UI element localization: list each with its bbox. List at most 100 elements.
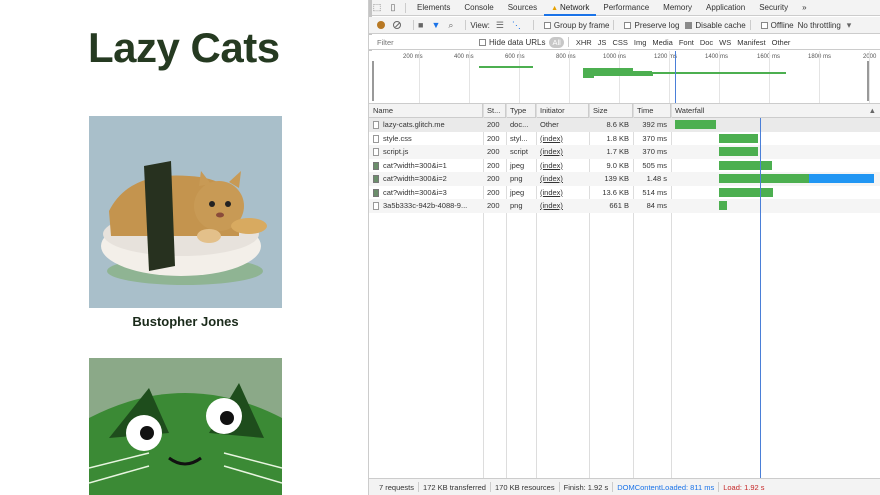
col-waterfall-label: Waterfall xyxy=(675,106,705,115)
preserve-log-label: Preserve log xyxy=(634,20,680,30)
tab-memory[interactable]: Memory xyxy=(656,0,699,16)
clear-icon[interactable] xyxy=(393,21,401,29)
search-icon[interactable]: ⌕ xyxy=(448,20,453,31)
size-text: 13.6 KB xyxy=(602,187,629,197)
camera-icon[interactable]: ■ xyxy=(418,20,423,30)
col-waterfall[interactable]: Waterfall ▲ xyxy=(671,104,880,118)
filter-type-doc[interactable]: Doc xyxy=(697,38,716,47)
col-time[interactable]: Time xyxy=(633,104,671,118)
waterfall-bar[interactable] xyxy=(718,133,758,143)
status-requests: 7 requests xyxy=(379,482,415,492)
group-by-frame-checkbox[interactable] xyxy=(543,21,551,29)
cell-status: 200 xyxy=(483,186,506,200)
filter-type-manifest[interactable]: Manifest xyxy=(734,38,768,47)
waterfall-bar[interactable] xyxy=(718,187,773,197)
hide-data-urls-checkbox[interactable] xyxy=(479,38,486,46)
tab-sources[interactable]: Sources xyxy=(501,0,544,16)
status-finish: Finish: 1.92 s xyxy=(563,482,609,492)
tab-application[interactable]: Application xyxy=(699,0,752,16)
cell-size: 661 B xyxy=(589,199,633,213)
preserve-log-checkbox[interactable] xyxy=(624,21,632,29)
type-text: styl... xyxy=(510,133,528,143)
filter-type-other[interactable]: Other xyxy=(769,38,794,47)
cell-type: script xyxy=(506,145,536,159)
cell-initiator[interactable]: (index) xyxy=(536,199,589,213)
overview-left-handle[interactable] xyxy=(372,61,374,101)
cell-name: cat?width=300&i=1 xyxy=(369,159,483,173)
cat-name-1: Bustopher Jones xyxy=(132,314,239,329)
overview-gridline xyxy=(568,51,570,103)
tab-security[interactable]: Security xyxy=(752,0,795,16)
chevron-down-icon[interactable]: ▾ xyxy=(847,20,852,31)
group-by-frame-label: Group by frame xyxy=(553,20,610,30)
waterfall-bar-download[interactable] xyxy=(809,174,875,183)
tab-performance[interactable]: Performance xyxy=(596,0,656,16)
overview-tick: 400 ms xyxy=(454,54,474,60)
table-row[interactable]: 3a5b333c-942b-4088-9... 200 png (index) 661 … xyxy=(369,199,880,213)
waterfall-bar[interactable] xyxy=(718,160,772,170)
status-transferred: 172 KB transferred xyxy=(423,482,486,492)
waterfall-bar[interactable] xyxy=(675,120,717,129)
image-file-icon xyxy=(373,188,379,197)
network-overview[interactable]: 200 ms 400 ms 600 ms 800 ms 1000 ms 1200… xyxy=(369,51,880,104)
cell-initiator[interactable]: (index) xyxy=(536,132,589,146)
col-type[interactable]: Type xyxy=(506,104,536,118)
size-text: 8.6 KB xyxy=(606,120,629,129)
filter-type-all[interactable]: All xyxy=(549,36,564,48)
cell-time: 370 ms xyxy=(633,145,671,159)
cell-status: 200 xyxy=(483,199,506,213)
cell-type: styl... xyxy=(506,132,536,146)
disable-cache-checkbox[interactable] xyxy=(685,21,693,29)
table-row[interactable]: cat?width=300&i=3 200 jpeg (index) 13.6 KB 51… xyxy=(369,186,880,200)
device-toolbar-icon[interactable]: ▯ xyxy=(385,0,401,16)
time-text: 370 ms xyxy=(642,133,667,143)
waterfall-bar[interactable] xyxy=(718,174,810,183)
cell-initiator[interactable]: (index) xyxy=(536,172,589,186)
record-icon[interactable] xyxy=(377,21,385,29)
filter-type-ws[interactable]: WS xyxy=(716,38,734,47)
col-initiator[interactable]: Initiator xyxy=(536,104,589,118)
name-text: cat?width=300&i=3 xyxy=(383,187,447,197)
tab-network[interactable]: ▲ Network xyxy=(544,0,597,16)
filter-type-xhr[interactable]: XHR xyxy=(573,38,595,47)
waterfall-view-icon[interactable]: ⋱ xyxy=(512,20,521,31)
cell-name: script.js xyxy=(369,145,483,159)
name-text: lazy-cats.glitch.me xyxy=(383,120,445,129)
table-row[interactable]: cat?width=300&i=2 200 png (index) 139 KB 1.48… xyxy=(369,172,880,186)
overview-tick: 800 ms xyxy=(556,54,576,60)
filter-icon[interactable]: ▼ xyxy=(431,20,440,30)
throttling-select[interactable]: No throttling xyxy=(798,21,841,30)
cell-initiator[interactable]: (index) xyxy=(536,186,589,200)
tab-elements[interactable]: Elements xyxy=(410,0,457,16)
filter-type-img[interactable]: Img xyxy=(631,38,650,47)
filter-type-font[interactable]: Font xyxy=(676,38,697,47)
more-tabs-button[interactable]: » xyxy=(795,0,813,16)
cell-initiator[interactable]: (index) xyxy=(536,159,589,173)
overview-tick: 1200 ms xyxy=(654,54,678,60)
table-row[interactable]: cat?width=300&i=1 200 jpeg (index) 9.0 KB 505… xyxy=(369,159,880,173)
filter-input[interactable] xyxy=(369,34,477,50)
overview-gridline xyxy=(718,51,720,103)
waterfall-bar[interactable] xyxy=(718,147,758,156)
cell-size: 1.7 KB xyxy=(589,145,633,159)
filter-type-media[interactable]: Media xyxy=(649,38,675,47)
type-text: png xyxy=(510,201,523,210)
table-row[interactable]: script.js 200 script (index) 1.7 KB 370 ms xyxy=(369,145,880,159)
tab-console[interactable]: Console xyxy=(457,0,500,16)
filter-type-js[interactable]: JS xyxy=(595,38,610,47)
col-size[interactable]: Size xyxy=(589,104,633,118)
status-text: 200 xyxy=(487,174,500,183)
cell-type: jpeg xyxy=(506,186,536,200)
col-status[interactable]: St... xyxy=(483,104,506,118)
waterfall-bar[interactable] xyxy=(718,201,728,210)
cell-initiator[interactable]: (index) xyxy=(536,145,589,159)
table-row[interactable]: style.css 200 styl... (index) 1.8 KB 370 ms xyxy=(369,132,880,146)
filter-type-css[interactable]: CSS xyxy=(609,38,630,47)
col-name[interactable]: Name xyxy=(369,104,483,118)
table-row[interactable]: lazy-cats.glitch.me 200 doc... Other 8.6 KB 3… xyxy=(369,118,880,132)
overview-gridline xyxy=(818,51,820,103)
requests-table-body: lazy-cats.glitch.me 200 doc... Other 8.6 KB 3… xyxy=(369,118,880,478)
offline-checkbox[interactable] xyxy=(760,21,768,29)
large-rows-icon[interactable]: ☰ xyxy=(496,20,504,31)
status-load: Load: 1.92 s xyxy=(723,482,765,492)
